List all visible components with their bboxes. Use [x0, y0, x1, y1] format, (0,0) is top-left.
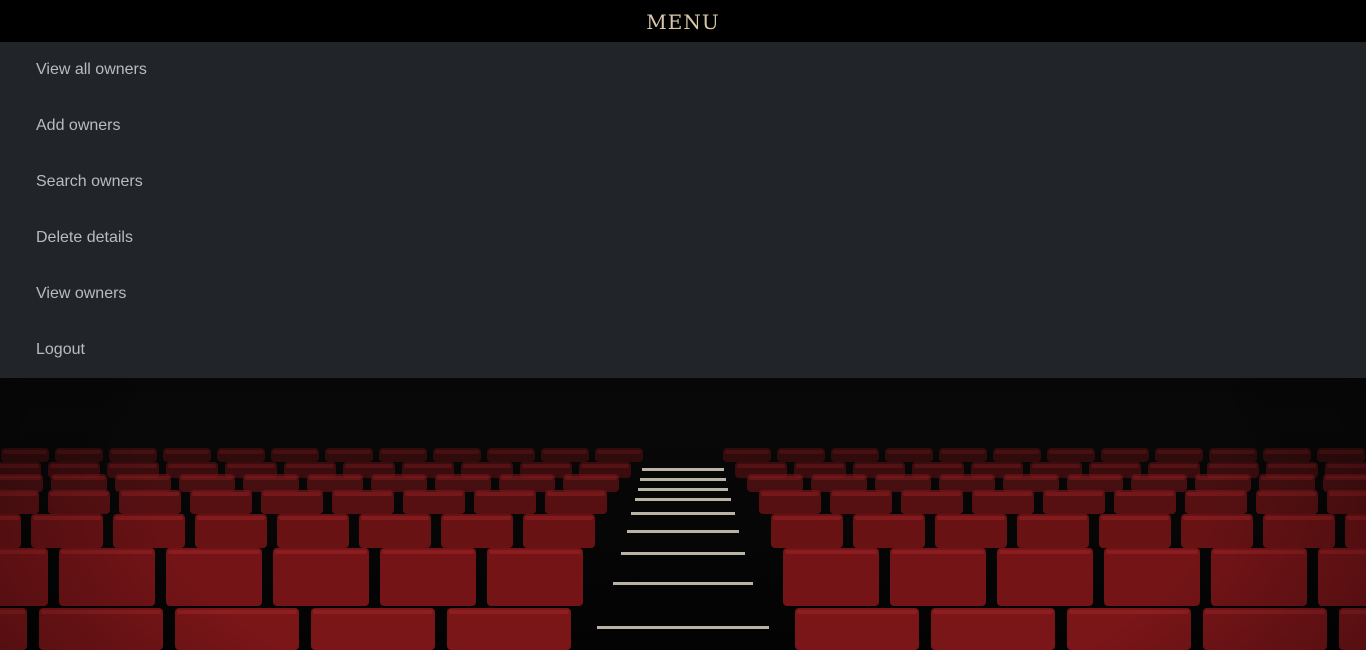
menu-item-add-owners[interactable]: Add owners	[0, 98, 1366, 154]
menu-item-logout[interactable]: Logout	[0, 322, 1366, 378]
menu-toggle[interactable]: MENU	[646, 8, 719, 34]
menu-item-view-owners[interactable]: View owners	[0, 266, 1366, 322]
menu-item-search-owners[interactable]: Search owners	[0, 154, 1366, 210]
top-bar: MENU	[0, 0, 1366, 42]
dropdown-menu: View all owners Add owners Search owners…	[0, 42, 1366, 378]
menu-list: View all owners Add owners Search owners…	[0, 42, 1366, 378]
app-page: MENU View all owners Add owners Search o…	[0, 0, 1366, 650]
menu-item-delete-details[interactable]: Delete details	[0, 210, 1366, 266]
menu-item-view-all-owners[interactable]: View all owners	[0, 42, 1366, 98]
